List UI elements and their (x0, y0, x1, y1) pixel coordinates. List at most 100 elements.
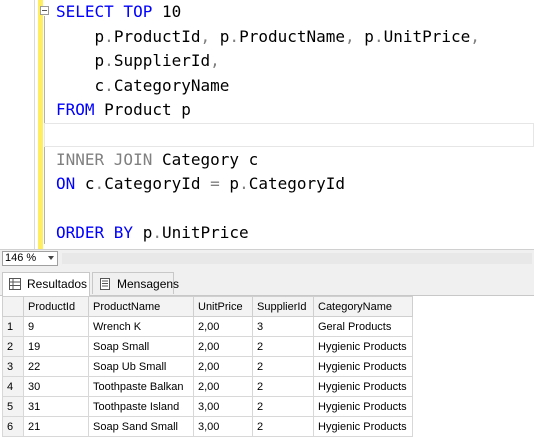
row-number[interactable]: 3 (2, 356, 24, 377)
code-token: = (210, 174, 220, 194)
cell-supplierid[interactable]: 2 (252, 376, 314, 397)
gutter-divider (34, 0, 35, 249)
cell-productid[interactable]: 9 (23, 316, 89, 337)
code-token: p (142, 223, 153, 243)
cell-productid[interactable]: 22 (23, 356, 89, 377)
row-number[interactable]: 6 (2, 416, 24, 437)
code-token: . (152, 223, 162, 243)
cell-categoryname[interactable]: Hygienic Products (313, 416, 413, 437)
code-line[interactable]: SELECT TOP 10 (56, 0, 181, 24)
table-row: 4 30 Toothpaste Balkan 2,00 2 Hygienic P… (2, 376, 413, 397)
horizontal-scrollbar[interactable] (62, 253, 532, 264)
zoom-bar: 146 % (0, 249, 534, 268)
cell-productid[interactable]: 30 (23, 376, 89, 397)
code-token: c (56, 75, 105, 95)
code-token: p (219, 174, 240, 194)
cell-categoryname[interactable]: Hygienic Products (313, 376, 413, 397)
cell-supplierid[interactable]: 2 (252, 336, 314, 357)
corner-cell[interactable] (2, 296, 24, 317)
cell-productname[interactable]: Soap Sand Small (88, 416, 194, 437)
code-token: CategoryName (113, 75, 230, 95)
column-header-productname[interactable]: ProductName (88, 296, 194, 317)
results-tab-strip: Resultados Mensagens (0, 268, 534, 296)
cell-categoryname[interactable]: Hygienic Products (313, 356, 413, 377)
cell-productname[interactable]: Wrench K (88, 316, 194, 337)
cell-productid[interactable]: 31 (23, 396, 89, 417)
table-row: 2 19 Soap Small 2,00 2 Hygienic Products (2, 336, 413, 357)
code-token: . (229, 26, 240, 46)
row-number[interactable]: 2 (2, 336, 24, 357)
code-token: UnitPrice (383, 26, 471, 46)
code-token: p (364, 26, 374, 46)
row-number[interactable]: 1 (2, 316, 24, 337)
cell-unitprice[interactable]: 2,00 (193, 376, 253, 397)
tab-messages[interactable]: Mensagens (92, 272, 179, 294)
code-token: , (345, 26, 365, 46)
code-token: ON (56, 174, 85, 194)
code-token: p (56, 26, 105, 46)
messages-icon (100, 278, 110, 290)
zoom-select[interactable]: 146 % (2, 251, 58, 266)
tab-results[interactable]: Resultados (2, 272, 90, 296)
code-token: UnitPrice (161, 223, 249, 243)
cell-productname[interactable]: Toothpaste Island (88, 396, 194, 417)
code-token: INNER JOIN (56, 149, 162, 169)
cell-unitprice[interactable]: 2,00 (193, 316, 253, 337)
code-token: . (239, 174, 249, 194)
code-token: SELECT TOP (56, 2, 162, 21)
code-line[interactable]: p.ProductId, p.ProductName, p.UnitPrice, (56, 25, 480, 49)
change-tracking-bar (38, 0, 43, 249)
column-header-supplierid[interactable]: SupplierId (252, 296, 314, 317)
cell-productid[interactable]: 19 (23, 336, 89, 357)
code-line[interactable]: p.SupplierId, (56, 49, 220, 73)
cell-productname[interactable]: Toothpaste Balkan (88, 376, 194, 397)
tab-messages-label: Mensagens (117, 277, 180, 291)
column-header-productid[interactable]: ProductId (23, 296, 89, 317)
column-header-unitprice[interactable]: UnitPrice (193, 296, 253, 317)
cell-unitprice[interactable]: 3,00 (193, 396, 253, 417)
code-token: , (210, 51, 220, 71)
cell-categoryname[interactable]: Geral Products (313, 316, 413, 337)
cell-supplierid[interactable]: 3 (252, 316, 314, 337)
collapse-icon[interactable] (40, 6, 49, 15)
code-token: FROM (56, 100, 105, 120)
row-number[interactable]: 4 (2, 376, 24, 397)
chevron-down-icon (48, 256, 54, 260)
code-line[interactable]: FROM Product p (56, 98, 191, 122)
code-token: . (104, 75, 114, 95)
code-token: . (104, 51, 114, 71)
code-line[interactable]: ON c.CategoryId = p.CategoryId (56, 172, 345, 196)
code-token: c (84, 174, 95, 194)
code-token: Category c (161, 149, 259, 169)
current-line-highlight (44, 123, 534, 147)
cell-productname[interactable]: Soap Ub Small (88, 356, 194, 377)
code-token: 10 (161, 2, 182, 21)
grid-icon (9, 278, 21, 290)
row-number[interactable]: 5 (2, 396, 24, 417)
code-token: CategoryId (248, 174, 346, 194)
code-token: . (104, 26, 114, 46)
cell-supplierid[interactable]: 2 (252, 356, 314, 377)
results-table: ProductId ProductName UnitPrice Supplier… (2, 296, 413, 437)
table-row: 1 9 Wrench K 2,00 3 Geral Products (2, 316, 413, 337)
header-row: ProductId ProductName UnitPrice Supplier… (2, 296, 413, 317)
cell-unitprice[interactable]: 2,00 (193, 356, 253, 377)
cell-categoryname[interactable]: Hygienic Products (313, 336, 413, 357)
table-row: 6 21 Soap Sand Small 3,00 2 Hygienic Pro… (2, 416, 413, 437)
cell-productid[interactable]: 21 (23, 416, 89, 437)
code-token: . (373, 26, 384, 46)
column-header-categoryname[interactable]: CategoryName (313, 296, 413, 317)
results-grid[interactable]: ProductId ProductName UnitPrice Supplier… (0, 296, 534, 437)
code-line[interactable]: INNER JOIN Category c (56, 148, 258, 172)
code-line[interactable]: ORDER BY p.UnitPrice (56, 221, 249, 245)
cell-unitprice[interactable]: 2,00 (193, 336, 253, 357)
cell-categoryname[interactable]: Hygienic Products (313, 396, 413, 417)
query-editor[interactable]: SELECT TOP 10 p.ProductId, p.ProductName… (0, 0, 534, 249)
tab-results-label: Resultados (27, 277, 88, 291)
cell-unitprice[interactable]: 3,00 (193, 416, 253, 437)
table-row: 5 31 Toothpaste Island 3,00 2 Hygienic P… (2, 396, 413, 417)
cell-supplierid[interactable]: 2 (252, 416, 314, 437)
code-line[interactable]: c.CategoryName (56, 74, 230, 98)
cell-supplierid[interactable]: 2 (252, 396, 314, 417)
cell-productname[interactable]: Soap Small (88, 336, 194, 357)
